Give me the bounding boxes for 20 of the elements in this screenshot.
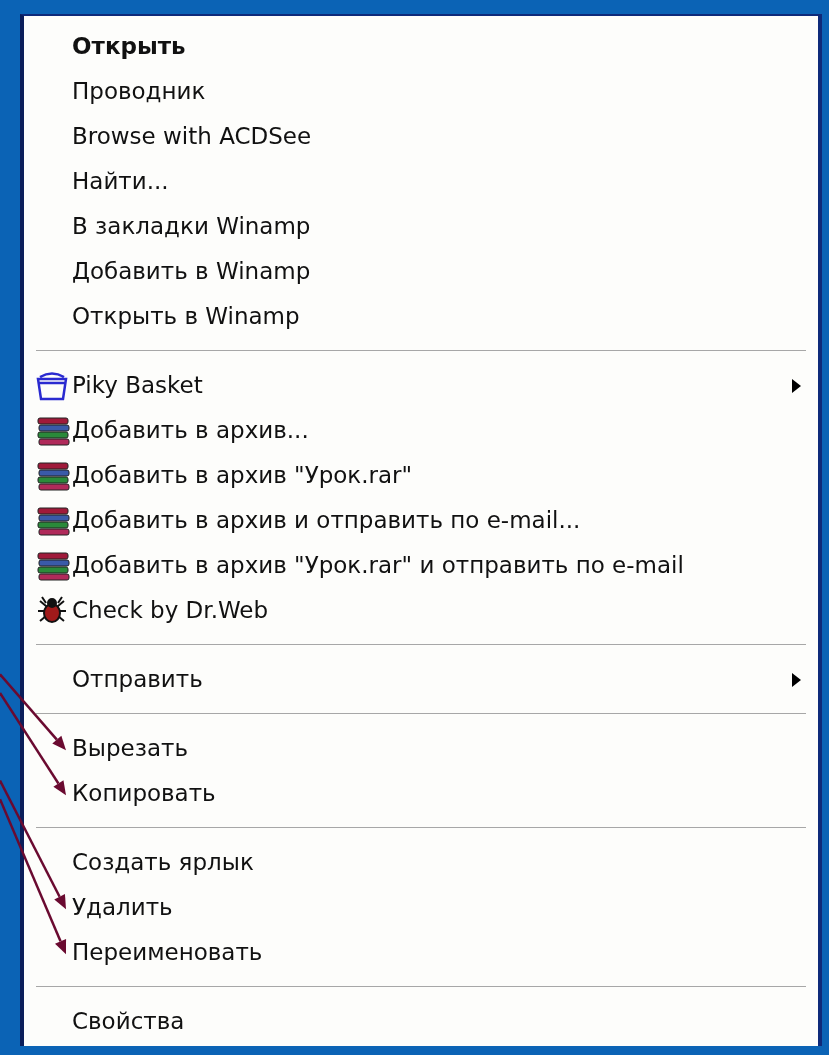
menu-item[interactable]: Отправить xyxy=(24,657,818,702)
menu-item[interactable]: Проводник xyxy=(24,69,818,114)
menu-item[interactable]: Найти... xyxy=(24,159,818,204)
menu-item[interactable]: Удалить xyxy=(24,885,818,930)
menu-item[interactable]: Добавить в архив "Урок.rar" xyxy=(24,453,818,498)
menu-item[interactable]: Переименовать xyxy=(24,930,818,975)
menu-item[interactable]: Check by Dr.Web xyxy=(24,588,818,633)
menu-item[interactable]: Добавить в архив и отправить по e-mail... xyxy=(24,498,818,543)
menu-item[interactable]: В закладки Winamp xyxy=(24,204,818,249)
menu-item[interactable]: Копировать xyxy=(24,771,818,816)
menu-item[interactable]: Добавить в архив "Урок.rar" и отправить по e-mail xyxy=(24,543,818,588)
menu-item[interactable]: Свойства xyxy=(24,999,818,1044)
menu-item[interactable]: Открыть xyxy=(24,24,818,69)
menu-item[interactable]: Создать ярлык xyxy=(24,840,818,885)
menu-item[interactable]: Открыть в Winamp xyxy=(24,294,818,339)
menu-item[interactable]: Piky Basket xyxy=(24,363,818,408)
menu-item[interactable]: Добавить в архив... xyxy=(24,408,818,453)
menu-item[interactable]: Вырезать xyxy=(24,726,818,771)
menu-item[interactable]: Добавить в Winamp xyxy=(24,249,818,294)
menu-item[interactable]: Browse with ACDSee xyxy=(24,114,818,159)
